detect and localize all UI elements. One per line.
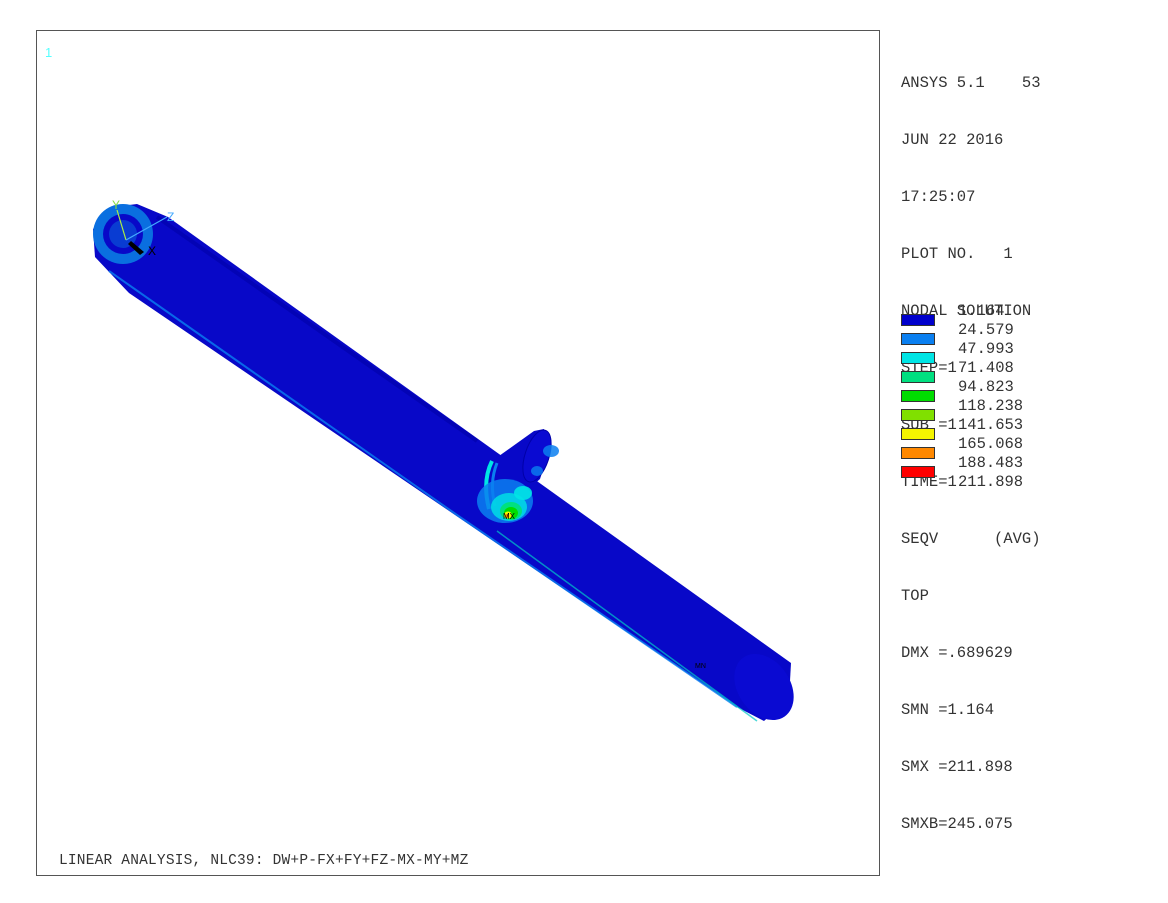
legend-value: 211.898 [958,473,1024,491]
mn-label: MN [695,663,706,670]
legend-value: 141.653 [958,416,1024,434]
triad-y-label: Y [112,198,120,212]
model-plot: MX MN Y Z X [93,198,794,722]
info-line: DMX =.689629 [901,644,1013,662]
info-line: JUN 22 2016 [901,131,1004,149]
info-line: SMXB=245.075 [901,815,1013,833]
legend-swatch [901,314,935,326]
mx-label: MX [503,512,516,521]
info-line: PLOT NO. 1 [901,245,1013,263]
legend-swatch [901,390,935,402]
legend-value: 47.993 [958,340,1014,358]
legend-value: 1.164 [958,302,1005,320]
legend-value: 71.408 [958,359,1014,377]
legend-swatch [901,447,935,459]
legend-value: 94.823 [958,378,1014,396]
info-line: SMX =211.898 [901,758,1013,776]
legend-swatch [901,466,935,478]
legend-swatch [901,333,935,345]
legend-swatch [901,371,935,383]
pipe-end-ring [93,204,153,264]
triad-z-label: Z [167,210,174,224]
legend-swatch [901,428,935,440]
legend-value: 188.483 [958,454,1024,472]
info-line: SMN =1.164 [901,701,995,719]
main-pipe [93,204,794,722]
legend-swatch [901,409,935,421]
triad-x-label: X [148,244,156,258]
info-line: 17:25:07 [901,188,976,206]
graphics-viewport[interactable]: 1 MX MN Y Z X LINEAR ANALYSIS, NLC39: DW… [36,30,880,876]
legend-value: 165.068 [958,435,1024,453]
load-case-title: LINEAR ANALYSIS, NLC39: DW+P-FX+FY+FZ-MX… [59,853,469,869]
info-line: SEQV (AVG) [901,530,1041,548]
legend-swatch [901,352,935,364]
info-line: ANSYS 5.1 53 [901,74,1041,92]
info-line: TOP [901,587,929,605]
legend-value: 118.238 [958,397,1024,415]
legend-value: 24.579 [958,321,1014,339]
